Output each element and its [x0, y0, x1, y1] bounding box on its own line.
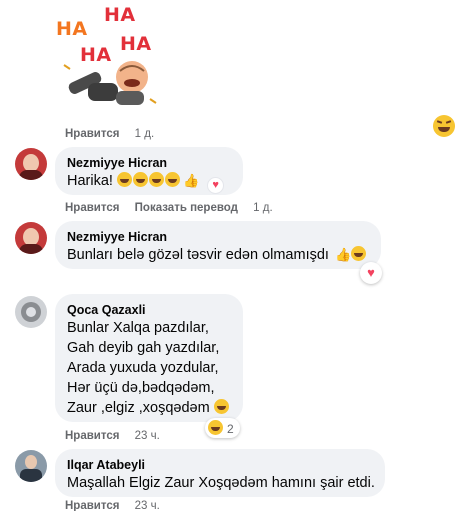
- comment-line: Bunlar Xalqa pazdılar,: [67, 320, 209, 336]
- avatar[interactable]: [15, 148, 47, 180]
- comment-line: Arada yuxuda yozdular,: [67, 360, 219, 376]
- comment-author[interactable]: Qoca Qazaxli: [67, 302, 231, 318]
- avatar[interactable]: [15, 296, 47, 328]
- comment-bubble: Qoca Qazaxli Bunlar Xalqa pazdılar, Gah …: [55, 294, 243, 422]
- heart-icon[interactable]: ♥: [360, 262, 382, 284]
- comment-timestamp[interactable]: 23 ч.: [135, 500, 160, 511]
- comment-text: Bunları belə gözəl təsvir edən olmamışdı…: [67, 245, 369, 265]
- sticker-ha-text: HA: [56, 18, 88, 40]
- comment-line: Gah deyib gah yazdılar,: [67, 340, 220, 356]
- avatar[interactable]: [15, 450, 47, 482]
- laughing-emoji-icon[interactable]: [433, 115, 455, 137]
- like-link[interactable]: Нравится: [65, 128, 119, 140]
- avatar[interactable]: [15, 222, 47, 254]
- comment-actions: Нравится Показать перевод 1 д.: [65, 202, 285, 214]
- laughing-emoji-icon: [164, 172, 180, 187]
- comment-body: Bunları belə gözəl təsvir edən olmamışdı: [67, 247, 329, 263]
- comment-text: Harika! 👍 ♥: [67, 171, 231, 194]
- laughing-emoji-icon: [148, 172, 164, 187]
- thumbs-up-icon: 👍: [182, 173, 200, 188]
- laughing-man-icon: [63, 61, 157, 105]
- comment-bubble: Nezmiyye Hicran Bunları belə gözəl təsvi…: [55, 221, 381, 269]
- comment-author[interactable]: Nezmiyye Hicran: [67, 229, 369, 245]
- like-link[interactable]: Нравится: [65, 202, 119, 214]
- reaction-count-number: 2: [227, 422, 234, 436]
- like-link[interactable]: Нравится: [65, 500, 119, 511]
- laughing-emoji-icon: [132, 172, 148, 187]
- heart-icon[interactable]: ♥: [207, 177, 225, 194]
- comment-body: Harika!: [67, 173, 113, 189]
- comment-actions: Нравится 1 д.: [65, 128, 166, 140]
- sticker-ha-text: HA: [104, 4, 136, 26]
- laughing-emoji-icon: [116, 172, 132, 187]
- comment-timestamp[interactable]: 1 д.: [253, 202, 273, 214]
- comment-line: Hər üçü də,bədqədəm,: [67, 380, 215, 396]
- comment-timestamp[interactable]: 23 ч.: [135, 430, 160, 442]
- comment-actions: Нравится 23 ч.: [65, 430, 172, 442]
- laughing-emoji-icon: [351, 246, 367, 261]
- comment-timestamp[interactable]: 1 д.: [135, 128, 155, 140]
- comment-body: Maşallah Elgiz Zaur Xoşqədəm hamını şair…: [67, 475, 375, 491]
- reaction-count[interactable]: 2: [205, 418, 240, 438]
- comment-line-with-emoji: Zaur ,elgiz ,xoşqədəm: [67, 398, 231, 418]
- like-link[interactable]: Нравится: [65, 430, 119, 442]
- comment-author[interactable]: Nezmiyye Hicran: [67, 155, 231, 171]
- comment-bubble: Ilqar Atabeyli Maşallah Elgiz Zaur Xoşqə…: [55, 449, 385, 497]
- thumbs-up-icon: 👍: [334, 247, 352, 262]
- comment-bubble: Nezmiyye Hicran Harika! 👍 ♥: [55, 147, 243, 195]
- comment-author[interactable]: Ilqar Atabeyli: [67, 457, 373, 473]
- translate-link[interactable]: Показать перевод: [135, 202, 238, 214]
- sticker-ha-text: HA: [120, 33, 152, 55]
- laughing-sticker: HA HA HA HA: [50, 0, 175, 118]
- laughing-emoji-icon: [213, 399, 229, 414]
- comment-actions: Нравится 23 ч.: [65, 500, 172, 511]
- comment-line: Zaur ,elgiz ,xoşqədəm: [67, 400, 210, 416]
- laughing-emoji-icon: [208, 420, 223, 435]
